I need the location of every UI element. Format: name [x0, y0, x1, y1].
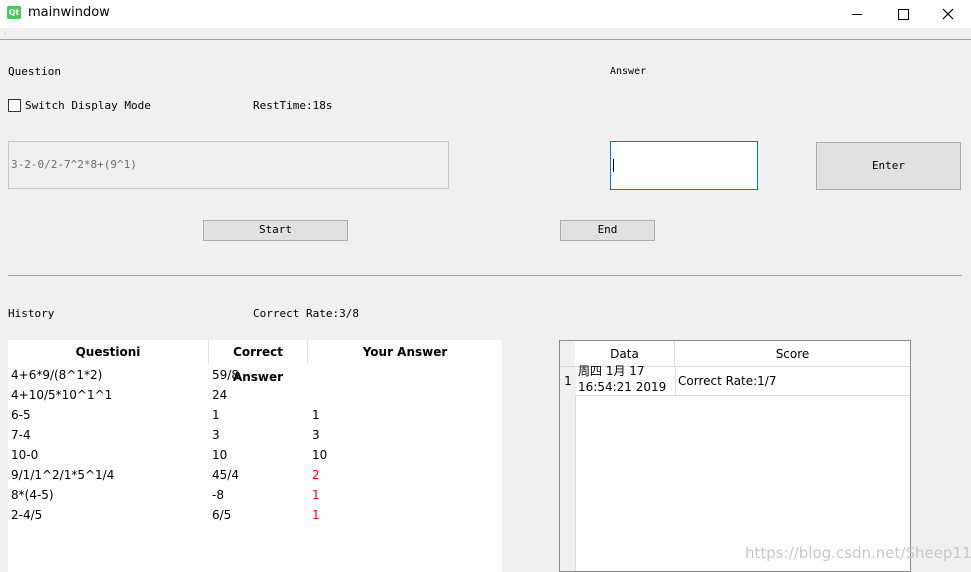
- question-cell: 4+10/5*10^1^1: [11, 388, 113, 402]
- table-row[interactable]: 2-4/5 6/5 1: [8, 505, 502, 525]
- close-icon: [942, 8, 954, 20]
- correct-answer-cell: 3: [212, 428, 220, 442]
- history-table[interactable]: Questioni Correct Answer Your Answer 4+6…: [8, 340, 502, 572]
- correct-answer-cell: 6/5: [212, 508, 232, 522]
- watermark: https://blog.csdn.net/Sheep11_: [745, 544, 971, 562]
- table-row[interactable]: 8*(4-5) -8 1: [8, 485, 502, 505]
- question-display: 3-2-0/2-7^2*8+(9^1): [8, 141, 449, 189]
- your-answer-cell: 10: [312, 448, 328, 462]
- date-cell-line2: 16:54:21 2019: [578, 380, 667, 394]
- close-button[interactable]: [925, 0, 971, 28]
- table-corner: [560, 341, 576, 367]
- window-title: mainwindow: [28, 5, 110, 20]
- question-cell: 10-0: [11, 448, 39, 462]
- column-header-score[interactable]: Score: [675, 341, 910, 367]
- correct-answer-cell: 59/8: [212, 368, 239, 382]
- column-header-correct-answer[interactable]: Correct Answer: [209, 340, 307, 384]
- correct-answer-cell: -8: [212, 488, 224, 502]
- table-row[interactable]: 9/1/1^2/1*5^1/4 45/4 2: [8, 465, 502, 485]
- minimize-icon: [852, 13, 862, 15]
- your-answer-cell: 1: [312, 408, 320, 422]
- end-button[interactable]: End: [560, 220, 655, 241]
- table-row[interactable]: 7-4 3 3: [8, 425, 502, 445]
- column-separator: [675, 367, 676, 395]
- history-label: History: [8, 307, 55, 320]
- answer-label: Answer: [610, 66, 647, 77]
- section-divider: [8, 275, 962, 276]
- correct-answer-cell: 1: [212, 408, 220, 422]
- question-label: Question: [8, 65, 61, 78]
- switch-display-mode-checkbox[interactable]: [8, 99, 21, 112]
- minimize-button[interactable]: [834, 0, 880, 28]
- qt-logo-icon: Qt: [7, 6, 21, 19]
- table-row[interactable]: 10-0 10 10: [8, 445, 502, 465]
- menu-bar-marker: ·: [3, 30, 8, 38]
- correct-answer-cell: 45/4: [212, 468, 239, 482]
- title-bar: [0, 0, 971, 28]
- table-row[interactable]: 4+10/5*10^1^1 24: [8, 385, 502, 405]
- table-row[interactable]: 6-5 1 1: [8, 405, 502, 425]
- menu-divider: [0, 39, 971, 40]
- column-header-your-answer[interactable]: Your Answer: [308, 340, 502, 365]
- date-cell-line1: 周四 1月 17: [578, 364, 645, 378]
- rest-time-label: RestTime:18s: [253, 99, 333, 112]
- score-table[interactable]: Data Score 1 周四 1月 17 16:54:21 2019 Corr…: [559, 340, 911, 572]
- maximize-icon: [897, 8, 909, 20]
- row-number[interactable]: 1: [560, 367, 576, 395]
- your-answer-cell-wrong: 1: [312, 488, 320, 502]
- table-row[interactable]: 4+6*9/(8^1*2) 59/8: [8, 365, 502, 385]
- correct-answer-cell: 24: [212, 388, 228, 402]
- question-cell: 6-5: [11, 408, 31, 422]
- answer-input[interactable]: [610, 141, 758, 190]
- switch-display-mode-label[interactable]: Switch Display Mode: [25, 99, 151, 112]
- question-cell: 4+6*9/(8^1*2): [11, 368, 103, 382]
- question-cell: 7-4: [11, 428, 31, 442]
- score-cell: Correct Rate:1/7: [678, 374, 777, 388]
- your-answer-cell-wrong: 2: [312, 468, 320, 482]
- your-answer-cell: 3: [312, 428, 320, 442]
- question-cell: 9/1/1^2/1*5^1/4: [11, 468, 115, 482]
- column-header-question[interactable]: Questioni: [8, 340, 208, 365]
- your-answer-cell-wrong: 1: [312, 508, 320, 522]
- question-cell: 8*(4-5): [11, 488, 54, 502]
- start-button[interactable]: Start: [203, 220, 348, 241]
- question-cell: 2-4/5: [11, 508, 43, 522]
- row-divider: [575, 395, 910, 396]
- correct-rate-label: Correct Rate:3/8: [253, 307, 359, 320]
- enter-button[interactable]: Enter: [816, 142, 961, 190]
- maximize-button[interactable]: [880, 0, 926, 28]
- correct-answer-cell: 10: [212, 448, 228, 462]
- text-caret: [613, 159, 614, 172]
